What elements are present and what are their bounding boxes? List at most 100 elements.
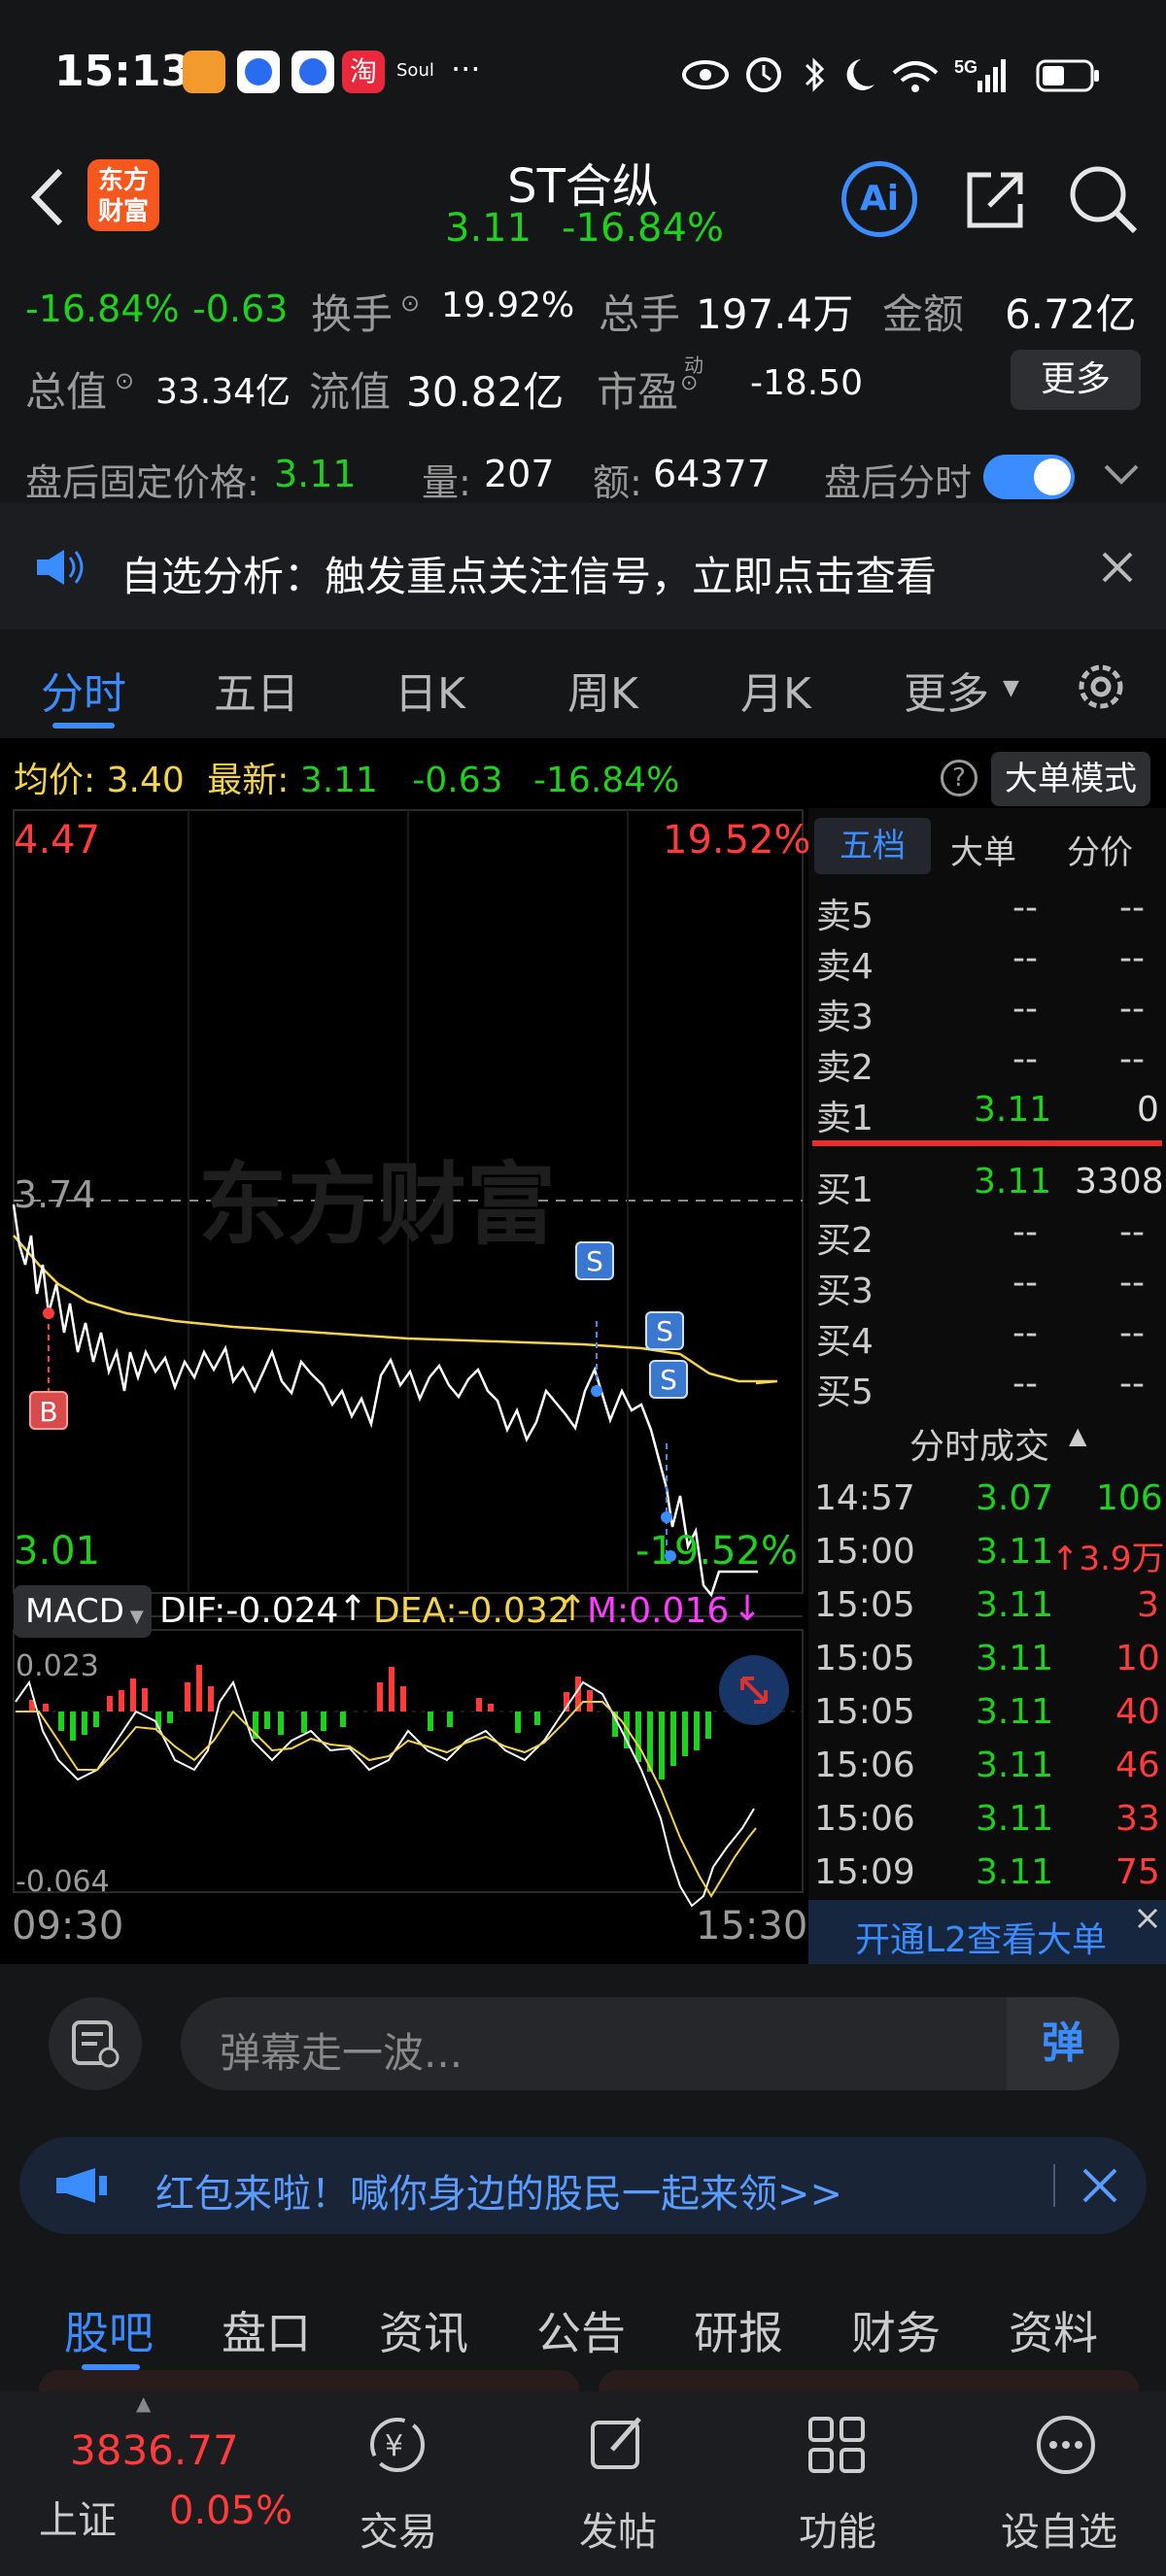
- turnover-label: 换手: [311, 290, 394, 338]
- macd-m: M:0.016: [587, 1591, 730, 1631]
- network-type: 5G: [954, 57, 977, 77]
- pe-label: 市盈: [597, 368, 679, 416]
- tab-research[interactable]: 研报: [694, 2298, 783, 2362]
- close-icon[interactable]: [1080, 2166, 1119, 2205]
- ai-button[interactable]: Ai: [841, 161, 917, 237]
- tab-more[interactable]: 更多: [904, 659, 989, 721]
- table-row: 15:00 3.11 ↑3.9万: [814, 1532, 1165, 1578]
- info-icon[interactable]: ⊙: [680, 371, 698, 395]
- sell-marker[interactable]: S: [645, 1311, 684, 1350]
- tab-profile[interactable]: 资料: [1009, 2298, 1098, 2362]
- svg-text:¥: ¥: [385, 2429, 403, 2463]
- axis-bottom-pct: -19.52%: [635, 1529, 798, 1574]
- after-volume-value: 207: [484, 453, 555, 495]
- macd-histogram: [29, 1665, 711, 1779]
- index-ticker[interactable]: ▲ 3836.77 上证 0.05%: [0, 2391, 292, 2576]
- axis-bottom-price: 3.01: [14, 1529, 101, 1574]
- latest-value: 3.11: [299, 761, 378, 800]
- l2-promo[interactable]: 开通L2查看大单: [808, 1900, 1166, 1964]
- megaphone-icon: [56, 2168, 107, 2203]
- help-icon[interactable]: ?: [941, 760, 977, 797]
- list-item: 卖3 -- --: [816, 989, 1145, 1037]
- sell-marker[interactable]: S: [649, 1360, 688, 1399]
- banner-text: 自选分析：触发重点关注信号，立即点击查看: [120, 553, 938, 600]
- wifi-icon: [892, 61, 939, 75]
- list-item: 买5 -- --: [816, 1364, 1145, 1412]
- nav-trade[interactable]: ¥ 交易: [340, 2391, 457, 2576]
- danmu-settings-icon[interactable]: [49, 1997, 142, 2090]
- share-icon[interactable]: [962, 165, 1030, 233]
- trade-list: 14:57 3.07 106 15:00 3.11 ↑3.9万 15:05 3.11 3 1…: [808, 1471, 1166, 1898]
- tab-daily-k[interactable]: 日K: [394, 659, 465, 721]
- orderbook-tab-five-level[interactable]: 五档: [814, 818, 931, 874]
- moon-icon: [846, 59, 874, 90]
- signal-banner[interactable]: 自选分析：触发重点关注信号，立即点击查看: [0, 503, 1166, 629]
- watermark: 东方财富: [198, 1153, 556, 1257]
- system-icons: 5G: [682, 57, 1099, 92]
- indicator-label: MACD: [25, 1592, 124, 1631]
- nav-add-watchlist[interactable]: 设自选: [989, 2391, 1145, 2576]
- nav-functions[interactable]: 功能: [779, 2391, 896, 2576]
- tab-intraday[interactable]: 分时: [41, 659, 126, 721]
- tab-finance[interactable]: 财务: [851, 2298, 941, 2362]
- tab-news[interactable]: 资讯: [379, 2298, 468, 2362]
- edit-icon: [591, 2417, 641, 2469]
- big-order-mode-button[interactable]: 大单模式: [991, 752, 1150, 806]
- search-icon[interactable]: [1067, 163, 1139, 235]
- after-toggle-label: 盘后分时: [824, 461, 973, 504]
- tab-announcements[interactable]: 公告: [536, 2298, 626, 2362]
- divider: [1053, 2164, 1055, 2207]
- stock-header: 东方 财富 ST合纵 3.11 -16.84% Ai: [0, 146, 1166, 270]
- triangle-up-icon: ▲: [1069, 1422, 1087, 1449]
- tab-handicap[interactable]: 盘口: [222, 2298, 311, 2362]
- more-quote-button[interactable]: 更多: [1011, 350, 1141, 410]
- triangle-down-icon: ▼: [129, 1607, 144, 1627]
- chart-tabs: 分时 五日 日K 周K 月K 更多 ▼: [0, 629, 1166, 738]
- danmu-input[interactable]: 弹幕走一波... 弹: [181, 1997, 1119, 2090]
- spread-divider: [812, 1140, 1162, 1146]
- orderbook-tab-price-dist[interactable]: 分价: [1067, 826, 1133, 873]
- sell-marker[interactable]: S: [575, 1241, 614, 1280]
- grid-icon: [808, 2417, 865, 2473]
- chart-panel: 均价: 3.40 最新: 3.11 -0.63 -16.84% ? 大单模式 东…: [0, 738, 1166, 1964]
- nav-post[interactable]: 发帖: [560, 2391, 676, 2576]
- info-icon[interactable]: ⊙: [400, 289, 420, 317]
- list-item: 卖1 3.11 0: [816, 1090, 1159, 1138]
- avg-label: 均价:: [14, 761, 96, 800]
- quote-panel: -16.84% -0.63 换手 ⊙ 19.92% 总手 197.4万 金额 6…: [0, 270, 1166, 504]
- index-change: 0.05%: [169, 2489, 293, 2533]
- list-item: 卖5 -- --: [816, 888, 1145, 936]
- tab-monthly-k[interactable]: 月K: [740, 659, 811, 721]
- speaker-icon: [37, 550, 84, 585]
- close-icon[interactable]: [1133, 1904, 1162, 1933]
- after-hours-price: 3.11: [274, 453, 357, 495]
- danmu-send-button[interactable]: 弹: [1007, 1997, 1119, 2090]
- expand-chart-icon[interactable]: [719, 1655, 789, 1725]
- after-amount-value: 64377: [653, 453, 771, 495]
- volume-value: 197.4万: [696, 290, 854, 338]
- orderbook-tab-big-order[interactable]: 大单: [950, 826, 1016, 873]
- tab-weekly-k[interactable]: 周K: [567, 659, 638, 721]
- info-icon[interactable]: ⊙: [115, 367, 134, 394]
- tab-forum[interactable]: 股吧: [64, 2298, 154, 2362]
- tab-five-day[interactable]: 五日: [214, 659, 299, 721]
- chevron-down-icon[interactable]: [1102, 460, 1141, 490]
- indicator-select[interactable]: MACD ▼: [14, 1585, 152, 1638]
- list-item: 买2 -- --: [816, 1212, 1145, 1261]
- header-price: 3.11: [445, 206, 532, 251]
- ask-list: 卖5 -- -- 卖4 -- -- 卖3 -- -- 卖2 -- -- 卖1 3.11 0: [808, 882, 1166, 1138]
- mktcap-value: 33.34亿: [155, 372, 292, 412]
- red-packet-banner[interactable]: 红包来啦！喊你身边的股民一起来领>>: [19, 2137, 1147, 2234]
- trades-header[interactable]: 分时成交: [909, 1418, 1049, 1469]
- nav-trade-label: 交易: [360, 2510, 437, 2555]
- axis-top-pct: 19.52%: [663, 818, 811, 863]
- red-packet-text: 红包来啦！喊你身边的股民一起来领>>: [155, 2172, 843, 2217]
- close-icon[interactable]: [1100, 550, 1135, 585]
- buy-marker[interactable]: B: [29, 1391, 68, 1430]
- dif-line: [15, 1679, 755, 1908]
- after-hours-toggle[interactable]: [983, 455, 1075, 499]
- float-value: 30.82亿: [406, 368, 565, 416]
- macd-dif: DIF:-0.024: [159, 1591, 339, 1631]
- gear-icon[interactable]: [1073, 659, 1129, 715]
- triangle-up-icon: ▲: [136, 2391, 152, 2415]
